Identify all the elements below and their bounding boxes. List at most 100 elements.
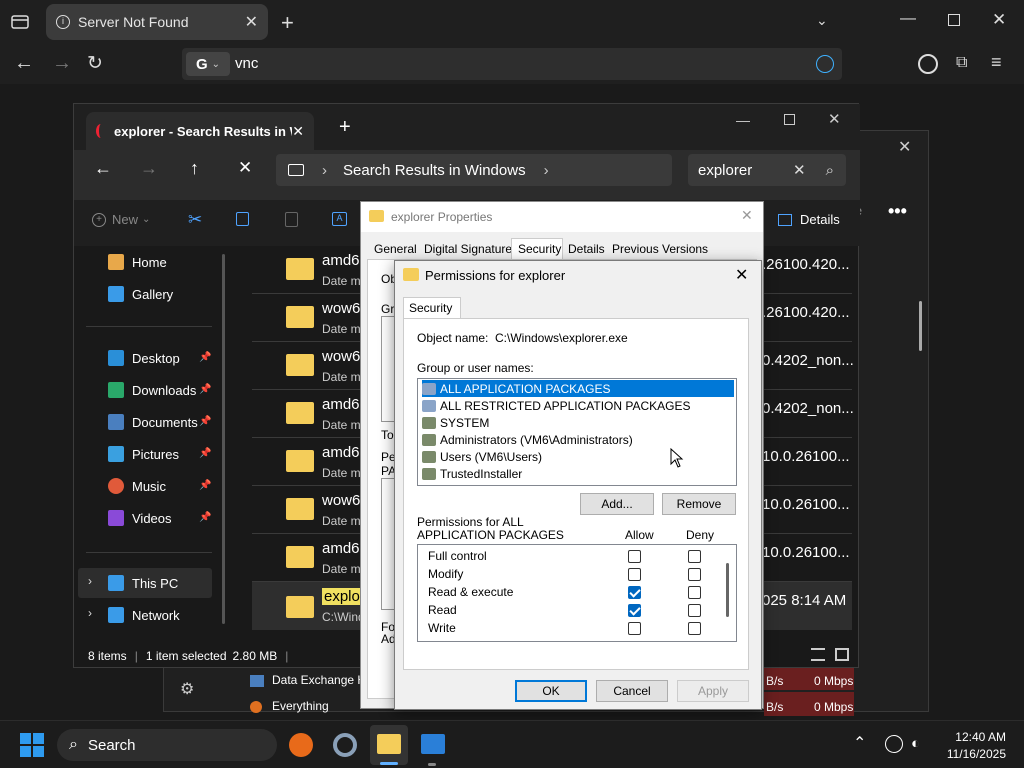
settings-gear-icon[interactable]: ⚙ bbox=[180, 679, 194, 699]
new-tab-icon[interactable]: + bbox=[281, 10, 294, 36]
list-item[interactable]: Users (VM6\Users) bbox=[422, 448, 734, 465]
translate-globe-icon[interactable] bbox=[816, 55, 834, 73]
explorer-search-box[interactable]: explorer ✕ ⌕ bbox=[688, 154, 846, 186]
rename-icon[interactable]: A bbox=[332, 212, 347, 226]
allow-checkbox[interactable] bbox=[628, 586, 641, 599]
menu-icon[interactable]: ≡ bbox=[991, 52, 1002, 73]
new-tab-icon[interactable]: + bbox=[339, 116, 351, 139]
maximize-icon[interactable] bbox=[948, 14, 960, 26]
address-bar[interactable]: G ⌄ bbox=[182, 48, 842, 80]
explorer-tab[interactable]: explorer - Search Results in Wi ✕ bbox=[86, 112, 314, 150]
minimize-icon[interactable]: — bbox=[900, 10, 916, 28]
back-icon[interactable]: ← bbox=[14, 52, 34, 75]
taskbar-search[interactable]: ⌕ Search bbox=[57, 729, 277, 761]
copy-icon[interactable] bbox=[236, 212, 249, 226]
clear-search-icon[interactable]: ✕ bbox=[793, 161, 806, 179]
close-tab-icon[interactable]: ✕ bbox=[245, 12, 258, 32]
list-item[interactable]: Administrators (VM6\Administrators) bbox=[422, 431, 734, 448]
browser-tab[interactable]: i Server Not Found ✕ bbox=[46, 4, 268, 40]
settings-icon[interactable] bbox=[333, 733, 357, 757]
clock-date[interactable]: 11/16/2025 bbox=[940, 747, 1006, 761]
chevron-up-icon[interactable]: ⌃ bbox=[853, 733, 866, 753]
tab-actions-icon[interactable] bbox=[10, 12, 30, 32]
list-item[interactable]: ALL RESTRICTED APPLICATION PACKAGES bbox=[422, 397, 734, 414]
sidebar-item-music[interactable]: Music bbox=[108, 472, 166, 500]
more-options-icon[interactable]: ••• bbox=[888, 201, 907, 222]
pin-icon[interactable]: 📌 bbox=[199, 416, 211, 427]
cut-icon[interactable]: ✂ bbox=[188, 210, 202, 230]
search-engine-google-icon[interactable]: G ⌄ bbox=[186, 52, 230, 76]
apply-button[interactable]: Apply bbox=[677, 680, 749, 702]
minimize-icon[interactable]: — bbox=[736, 112, 750, 128]
taskmgr-scrollbar[interactable] bbox=[919, 301, 922, 351]
clock-time[interactable]: 12:40 AM bbox=[948, 730, 1006, 744]
tab-general[interactable]: General bbox=[374, 242, 417, 256]
sidebar-item-videos[interactable]: Videos bbox=[108, 504, 172, 532]
breadcrumb[interactable]: › Search Results in Windows › bbox=[276, 154, 672, 186]
close-tab-icon[interactable]: ✕ bbox=[292, 123, 304, 140]
breadcrumb-text[interactable]: Search Results in Windows bbox=[343, 162, 526, 179]
chevron-right-icon[interactable]: › bbox=[544, 162, 549, 179]
close-window-icon[interactable]: ✕ bbox=[992, 10, 1006, 30]
details-view-icon[interactable] bbox=[811, 648, 825, 661]
deny-checkbox[interactable] bbox=[688, 622, 701, 635]
address-input[interactable]: vnc bbox=[235, 55, 258, 72]
user-list[interactable]: ALL APPLICATION PACKAGES ALL RESTRICTED … bbox=[417, 378, 737, 486]
close-window-icon[interactable]: ✕ bbox=[828, 110, 841, 128]
task-manager-icon[interactable] bbox=[421, 734, 445, 754]
search-icon[interactable]: ⌕ bbox=[826, 162, 834, 179]
deny-checkbox[interactable] bbox=[688, 568, 701, 581]
pin-icon[interactable]: 📌 bbox=[199, 384, 211, 395]
cancel-button[interactable]: Cancel bbox=[596, 680, 668, 702]
sidebar-item-this-pc[interactable]: This PC bbox=[108, 569, 178, 597]
up-icon[interactable]: ↑ bbox=[190, 158, 199, 179]
tab-security[interactable]: Security bbox=[518, 242, 561, 256]
new-button[interactable]: + New ⌄ bbox=[92, 212, 150, 227]
allow-checkbox[interactable] bbox=[628, 568, 641, 581]
forward-icon[interactable]: → bbox=[140, 158, 158, 179]
sidebar-item-desktop[interactable]: Desktop bbox=[108, 344, 180, 372]
start-icon[interactable] bbox=[20, 733, 44, 757]
pin-icon[interactable]: 📌 bbox=[199, 352, 211, 363]
allow-checkbox[interactable] bbox=[628, 622, 641, 635]
tiles-view-icon[interactable] bbox=[835, 648, 849, 661]
tab-list-chevron-icon[interactable]: ⌄ bbox=[816, 12, 828, 29]
sidebar-scrollbar[interactable] bbox=[222, 254, 225, 624]
remove-button[interactable]: Remove bbox=[662, 493, 736, 515]
ok-button[interactable]: OK bbox=[515, 680, 587, 702]
file-explorer-icon[interactable] bbox=[377, 734, 401, 754]
firefox-icon[interactable] bbox=[289, 733, 313, 757]
back-icon[interactable]: ← bbox=[94, 158, 112, 179]
details-button[interactable]: Details bbox=[778, 212, 840, 227]
sidebar-item-gallery[interactable]: Gallery bbox=[108, 280, 173, 308]
list-item[interactable]: SYSTEM bbox=[422, 414, 734, 431]
expand-chevron-icon[interactable]: › bbox=[88, 606, 92, 620]
sidebar-item-documents[interactable]: Documents bbox=[108, 408, 198, 436]
deny-checkbox[interactable] bbox=[688, 550, 701, 563]
maximize-icon[interactable] bbox=[784, 114, 795, 125]
list-item[interactable]: ALL APPLICATION PACKAGES bbox=[422, 380, 734, 397]
forward-icon[interactable]: → bbox=[52, 52, 72, 75]
tab-digital-signatures[interactable]: Digital Signatures bbox=[424, 242, 518, 256]
extensions-icon[interactable]: ⧉ bbox=[956, 54, 967, 72]
pin-icon[interactable]: 📌 bbox=[199, 480, 211, 491]
taskmgr-close-icon[interactable]: ✕ bbox=[898, 137, 911, 157]
allow-checkbox[interactable] bbox=[628, 604, 641, 617]
sidebar-item-network[interactable]: Network bbox=[108, 601, 180, 629]
language-globe-icon[interactable] bbox=[885, 735, 903, 753]
sidebar-item-home[interactable]: Home bbox=[108, 248, 167, 276]
list-item[interactable]: TrustedInstaller bbox=[422, 465, 734, 482]
paste-icon[interactable] bbox=[285, 212, 298, 227]
pin-icon[interactable]: 📌 bbox=[199, 512, 211, 523]
sidebar-item-pictures[interactable]: Pictures bbox=[108, 440, 179, 468]
network-volume-icon[interactable]: ◐ bbox=[911, 735, 920, 752]
stop-icon[interactable]: ✕ bbox=[238, 158, 252, 178]
account-icon[interactable] bbox=[918, 54, 938, 74]
pin-icon[interactable]: 📌 bbox=[199, 448, 211, 459]
close-icon[interactable]: ✕ bbox=[735, 265, 748, 285]
permissions-scrollbar[interactable] bbox=[726, 563, 729, 617]
tab-security[interactable]: Security bbox=[409, 301, 452, 315]
tab-details[interactable]: Details bbox=[568, 242, 605, 256]
sidebar-item-downloads[interactable]: Downloads bbox=[108, 376, 196, 404]
reload-icon[interactable]: ↻ bbox=[87, 52, 103, 75]
